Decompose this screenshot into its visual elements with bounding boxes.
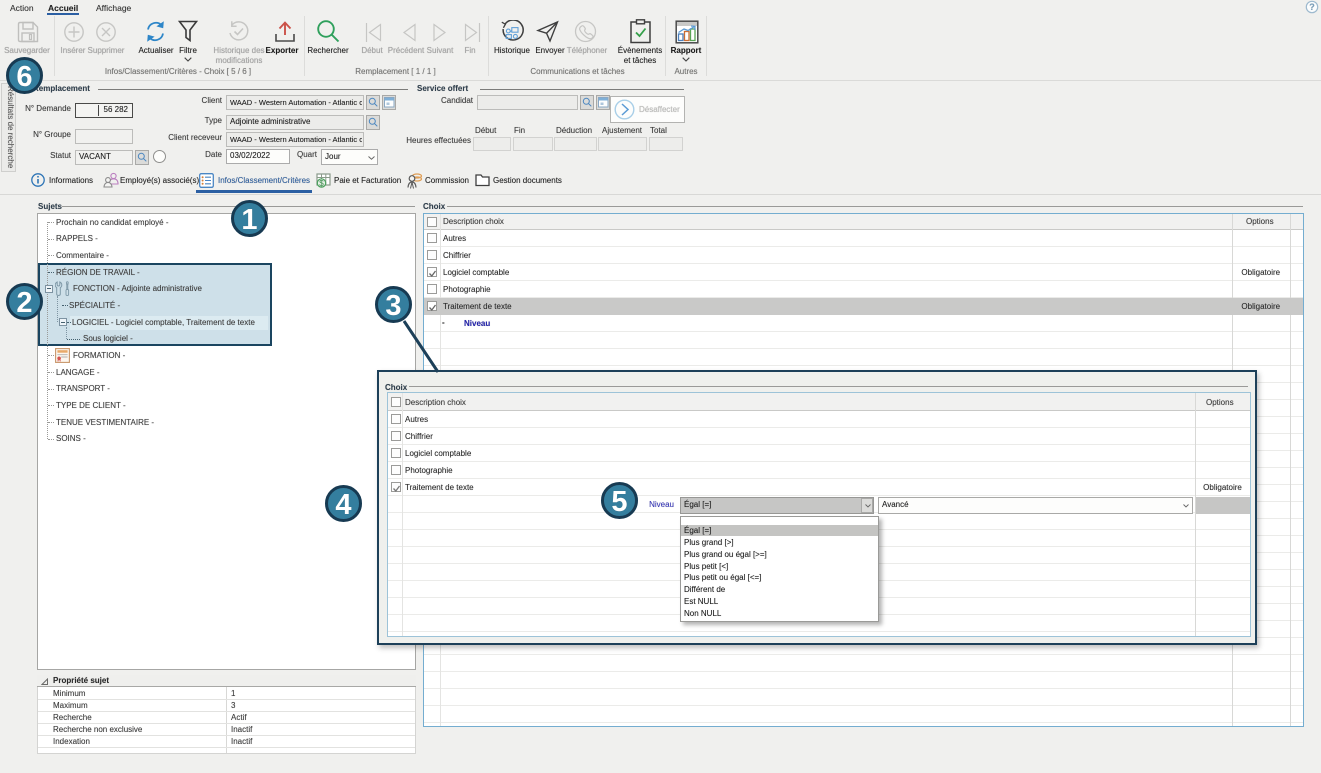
svg-text:$: $ bbox=[319, 179, 324, 188]
svg-text:?: ? bbox=[1309, 2, 1315, 12]
